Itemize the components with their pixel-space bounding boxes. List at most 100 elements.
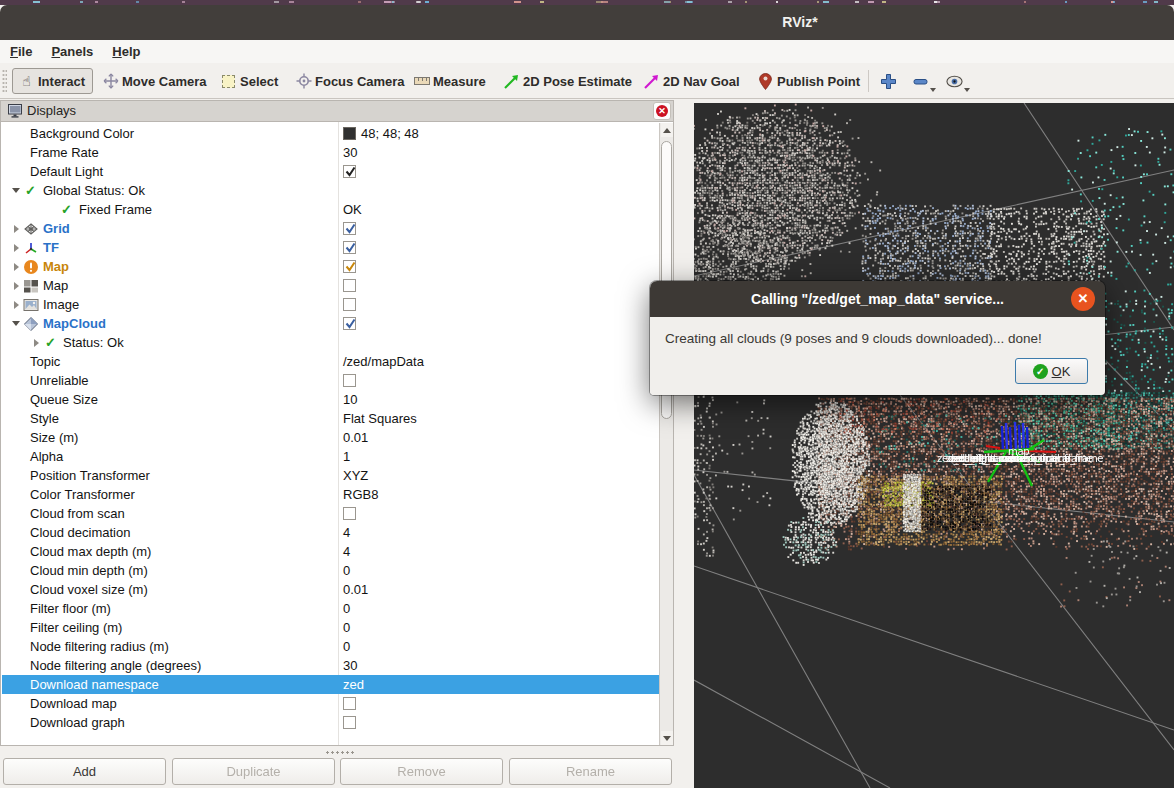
tree-row-style[interactable]: StyleFlat Squares bbox=[2, 409, 659, 428]
tree-row-cloud-voxel-size-m-[interactable]: Cloud voxel size (m)0.01 bbox=[2, 580, 659, 599]
checkbox[interactable] bbox=[343, 507, 356, 520]
scroll-down-button[interactable] bbox=[661, 731, 673, 745]
property-value[interactable]: 30 bbox=[343, 143, 357, 162]
tree-row-cloud-decimation[interactable]: Cloud decimation4 bbox=[2, 523, 659, 542]
property-value[interactable]: 0 bbox=[343, 561, 350, 580]
displays-panel-header[interactable]: Displays bbox=[0, 100, 674, 122]
dropdown-arrow-icon[interactable] bbox=[964, 88, 970, 92]
panel-close-button[interactable]: ✕ bbox=[653, 102, 671, 120]
tree-row-download-namespace[interactable]: Download namespacezed bbox=[2, 675, 659, 694]
expand-icon[interactable] bbox=[10, 244, 22, 252]
checkbox[interactable] bbox=[343, 241, 356, 254]
tree-row-position-transformer[interactable]: Position TransformerXYZ bbox=[2, 466, 659, 485]
tree-row-color-transformer[interactable]: Color TransformerRGB8 bbox=[2, 485, 659, 504]
tool-measure[interactable]: Measure bbox=[413, 68, 486, 94]
add-display-button[interactable] bbox=[880, 68, 897, 94]
tool-2d-nav-goal[interactable]: 2D Nav Goal bbox=[643, 68, 740, 94]
tree-row-map[interactable]: Map bbox=[2, 276, 659, 295]
tree-row-cloud-min-depth-m-[interactable]: Cloud min depth (m)0 bbox=[2, 561, 659, 580]
property-value[interactable]: 0 bbox=[343, 599, 350, 618]
property-value[interactable]: XYZ bbox=[343, 466, 368, 485]
checkbox[interactable] bbox=[343, 317, 356, 330]
checkbox[interactable] bbox=[343, 260, 356, 273]
window-titlebar[interactable]: RViz* bbox=[0, 5, 1174, 40]
color-swatch[interactable] bbox=[343, 127, 356, 140]
property-value[interactable]: RGB8 bbox=[343, 485, 378, 504]
visibility-button[interactable] bbox=[946, 68, 963, 94]
add-button[interactable]: Add bbox=[3, 758, 166, 785]
tree-row-topic[interactable]: Topic/zed/mapData bbox=[2, 352, 659, 371]
tree-row-tf[interactable]: TF bbox=[2, 238, 659, 257]
scroll-up-button[interactable] bbox=[661, 123, 673, 137]
checkbox[interactable] bbox=[343, 298, 356, 311]
property-value[interactable]: 0.01 bbox=[343, 428, 368, 447]
tree-scrollbar[interactable] bbox=[659, 123, 673, 745]
tool-interact[interactable]: ☝Interact bbox=[12, 68, 93, 94]
expand-icon[interactable] bbox=[10, 282, 22, 290]
expand-icon[interactable] bbox=[10, 263, 22, 271]
tree-row-status-ok[interactable]: ✓Status: Ok bbox=[2, 333, 659, 352]
tree-row-cloud-max-depth-m-[interactable]: Cloud max depth (m)4 bbox=[2, 542, 659, 561]
tool-focus-camera[interactable]: Focus Camera bbox=[295, 68, 405, 94]
expand-icon[interactable] bbox=[30, 339, 42, 347]
property-value[interactable]: Flat Squares bbox=[343, 409, 417, 428]
tree-row-default-light[interactable]: Default Light bbox=[2, 162, 659, 181]
checkbox[interactable] bbox=[343, 222, 356, 235]
checkbox[interactable] bbox=[343, 697, 356, 710]
rename-button[interactable]: Rename bbox=[509, 758, 672, 785]
tree-row-node-filtering-angle-degrees-[interactable]: Node filtering angle (degrees)30 bbox=[2, 656, 659, 675]
tree-row-queue-size[interactable]: Queue Size10 bbox=[2, 390, 659, 409]
property-value[interactable]: 0.01 bbox=[343, 580, 368, 599]
tree-row-cloud-from-scan[interactable]: Cloud from scan bbox=[2, 504, 659, 523]
tree-row-image[interactable]: Image bbox=[2, 295, 659, 314]
property-value[interactable]: zed bbox=[343, 675, 364, 694]
tree-row-filter-floor-m-[interactable]: Filter floor (m)0 bbox=[2, 599, 659, 618]
property-value[interactable]: OK bbox=[343, 200, 362, 219]
tree-row-map[interactable]: Map bbox=[2, 257, 659, 276]
expand-icon[interactable] bbox=[10, 301, 22, 309]
toolbar-drag-handle[interactable] bbox=[2, 69, 7, 93]
splitter-handle[interactable] bbox=[325, 751, 355, 754]
tool-2d-pose-estimate[interactable]: 2D Pose Estimate bbox=[503, 68, 632, 94]
collapse-icon[interactable] bbox=[10, 188, 22, 193]
checkbox[interactable] bbox=[343, 716, 356, 729]
property-value[interactable]: 10 bbox=[343, 390, 357, 409]
property-value[interactable]: 4 bbox=[343, 523, 350, 542]
tree-row-grid[interactable]: Grid bbox=[2, 219, 659, 238]
remove-button[interactable]: Remove bbox=[340, 758, 503, 785]
menu-help[interactable]: Help bbox=[103, 40, 149, 63]
tree-row-background-color[interactable]: Background Color48; 48; 48 bbox=[2, 124, 659, 143]
tree-row-global-status-ok[interactable]: ✓Global Status: Ok bbox=[2, 181, 659, 200]
checkbox[interactable] bbox=[343, 374, 356, 387]
dialog-close-button[interactable]: ✕ bbox=[1071, 287, 1095, 311]
tool-move-camera[interactable]: Move Camera bbox=[102, 68, 207, 94]
property-value[interactable]: /zed/mapData bbox=[343, 352, 424, 371]
property-value[interactable]: 1 bbox=[343, 447, 350, 466]
tree-row-node-filtering-radius-m-[interactable]: Node filtering radius (m)0 bbox=[2, 637, 659, 656]
tree-row-alpha[interactable]: Alpha1 bbox=[2, 447, 659, 466]
tree-row-mapcloud[interactable]: MapCloud bbox=[2, 314, 659, 333]
checkbox[interactable] bbox=[343, 165, 356, 178]
dialog-titlebar[interactable]: Calling "/zed/get_map_data" service... bbox=[650, 281, 1105, 317]
collapse-icon[interactable] bbox=[10, 321, 22, 326]
duplicate-button[interactable]: Duplicate bbox=[172, 758, 335, 785]
tool-select[interactable]: Select bbox=[220, 68, 278, 94]
tree-row-download-map[interactable]: Download map bbox=[2, 694, 659, 713]
remove-display-button[interactable] bbox=[912, 68, 929, 94]
tree-row-filter-ceiling-m-[interactable]: Filter ceiling (m)0 bbox=[2, 618, 659, 637]
property-value[interactable]: 4 bbox=[343, 542, 350, 561]
property-value[interactable]: 0 bbox=[343, 618, 350, 637]
tree-row-download-graph[interactable]: Download graph bbox=[2, 713, 659, 732]
render-viewport[interactable]: zed_camera_centerzed_left_camera_frameze… bbox=[694, 103, 1174, 788]
menu-file[interactable]: File bbox=[1, 40, 41, 63]
property-value[interactable]: 0 bbox=[343, 637, 350, 656]
dropdown-arrow-icon[interactable] bbox=[930, 88, 936, 92]
tree-row-frame-rate[interactable]: Frame Rate30 bbox=[2, 143, 659, 162]
expand-icon[interactable] bbox=[10, 225, 22, 233]
property-value[interactable]: 30 bbox=[343, 656, 357, 675]
tree-row-unreliable[interactable]: Unreliable bbox=[2, 371, 659, 390]
checkbox[interactable] bbox=[343, 279, 356, 292]
tree-row-fixed-frame[interactable]: ✓Fixed FrameOK bbox=[2, 200, 659, 219]
dialog-ok-button[interactable]: ✓ OK bbox=[1015, 358, 1088, 384]
menu-panels[interactable]: Panels bbox=[42, 40, 102, 63]
